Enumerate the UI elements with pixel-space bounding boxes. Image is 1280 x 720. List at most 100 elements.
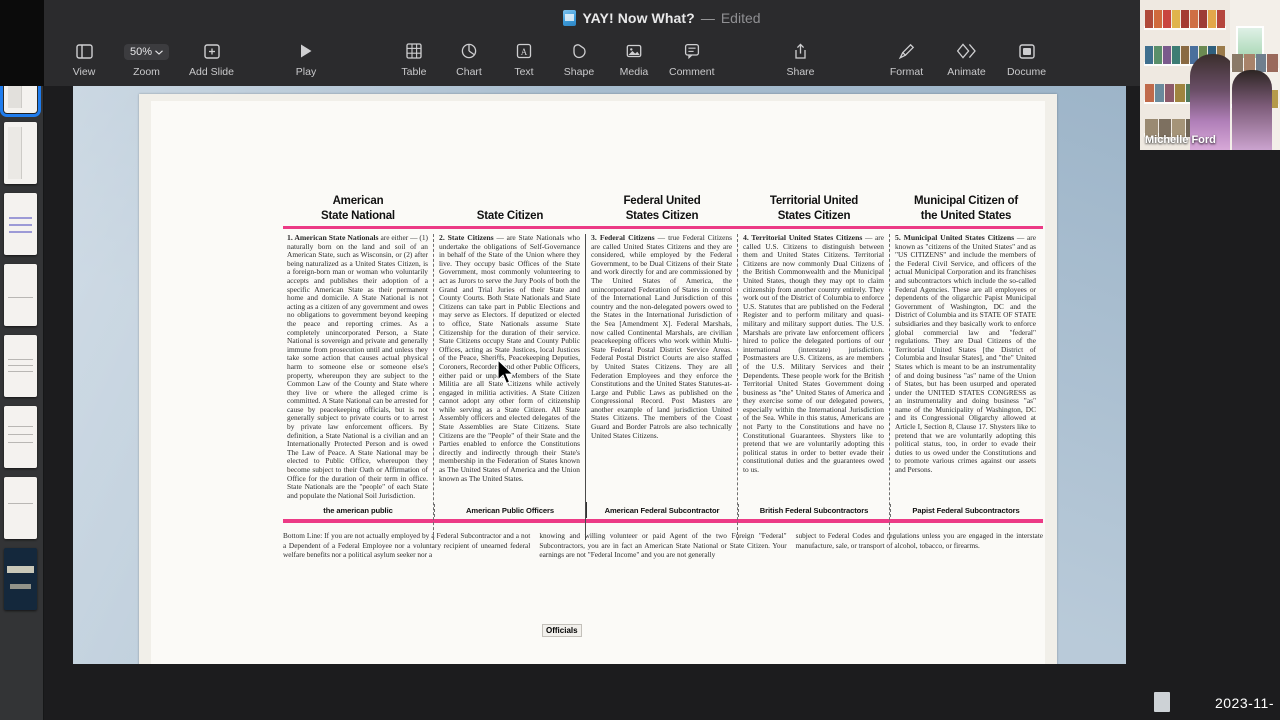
footer-sep-1 bbox=[434, 504, 435, 518]
shape-button[interactable]: Shape bbox=[559, 36, 599, 78]
col3-head-l2: States Citizen bbox=[625, 209, 699, 222]
format-brush-icon bbox=[898, 40, 915, 62]
document-title: YAY! Now What? bbox=[582, 10, 695, 26]
keynote-document-icon bbox=[563, 10, 577, 26]
footer-label-5: Papist Federal Subcontractors bbox=[912, 506, 1020, 516]
col3-body: — true Federal Citizens are called Unite… bbox=[591, 233, 733, 440]
chart-label: Chart bbox=[456, 66, 482, 78]
animate-label: Animate bbox=[947, 66, 986, 78]
col4-divider bbox=[889, 234, 890, 541]
top-accent-rule bbox=[283, 226, 1043, 229]
chart-column-5: 5. Municipal United States Citizens — ar… bbox=[891, 233, 1041, 500]
slide-thumb-7[interactable] bbox=[4, 406, 37, 468]
slide-thumb-4[interactable] bbox=[4, 193, 37, 255]
col1-head-l1: American bbox=[332, 195, 384, 207]
comment-label: Comment bbox=[668, 66, 715, 78]
view-label: View bbox=[72, 66, 96, 78]
svg-text:A: A bbox=[521, 47, 528, 57]
table-button[interactable]: Table bbox=[394, 36, 434, 78]
add-slide-button[interactable]: Add Slide bbox=[189, 36, 234, 78]
add-slide-label: Add Slide bbox=[189, 66, 234, 78]
format-button[interactable]: Format bbox=[887, 36, 927, 78]
current-slide[interactable]: American State National State Citizen Fed… bbox=[73, 86, 1126, 664]
col5-head-l2: the United States bbox=[920, 209, 1012, 222]
footer-label-2: American Public Officers bbox=[466, 506, 554, 516]
column-header-5: Municipal Citizen of the United States bbox=[891, 183, 1041, 223]
text-label: Text bbox=[514, 66, 534, 78]
toolbar-buttons: View 50% Zoom Add Slide Play Table Chart… bbox=[44, 36, 1280, 86]
slide-navigator[interactable] bbox=[0, 0, 44, 720]
column-header-1: American State National bbox=[283, 183, 433, 223]
slide-canvas[interactable]: American State National State Citizen Fed… bbox=[44, 86, 1280, 720]
mouse-cursor bbox=[496, 358, 516, 387]
bottom-accent-rule bbox=[283, 519, 1043, 524]
chart-button[interactable]: Chart bbox=[449, 36, 489, 78]
comment-bubble-icon bbox=[684, 40, 700, 62]
col4-body: — are called U.S. Citizens to distinguis… bbox=[743, 233, 884, 475]
chart-sheet-inner: American State National State Citizen Fed… bbox=[151, 101, 1045, 664]
col3-head-l1: Federal United bbox=[623, 195, 701, 207]
chevron-down-icon bbox=[155, 49, 163, 55]
bottom-line-part-2: knowing and willing volunteer or paid Ag… bbox=[539, 531, 787, 559]
share-upload-icon bbox=[793, 40, 808, 62]
column-header-4: Territorial United States Citizen bbox=[739, 183, 889, 223]
shape-blob-icon bbox=[571, 40, 587, 62]
footer-sep-4 bbox=[890, 504, 891, 518]
col4-head-l2: States Citizen bbox=[777, 209, 851, 222]
webcam-overlay[interactable]: Michelle Ford bbox=[1140, 0, 1280, 150]
slide-thumb-5[interactable] bbox=[4, 264, 37, 326]
webcam-tile-secondary[interactable] bbox=[1230, 0, 1280, 150]
slide-thumb-6[interactable] bbox=[4, 335, 37, 397]
col2-head-l2: State Citizen bbox=[476, 209, 544, 222]
stamp-thumb-icon bbox=[1154, 692, 1170, 712]
col1-head-l2: State National bbox=[321, 209, 395, 222]
play-button[interactable]: Play bbox=[286, 36, 326, 78]
chart-column-4: 4. Territorial United States Citizens — … bbox=[739, 233, 890, 541]
view-button[interactable]: View bbox=[64, 36, 104, 78]
zoom-control[interactable]: 50% Zoom bbox=[124, 36, 170, 78]
table-label: Table bbox=[401, 66, 427, 78]
chart-column-1: 1. American State Nationals are either —… bbox=[283, 233, 434, 541]
app-toolbar: YAY! Now What? — Edited View 50% Zoom Ad… bbox=[44, 0, 1280, 86]
footer-sep-3 bbox=[738, 504, 739, 518]
col2-divider bbox=[585, 234, 586, 541]
col1-divider bbox=[433, 234, 434, 541]
books-row-1 bbox=[1145, 10, 1225, 28]
zoom-value: 50% bbox=[130, 46, 153, 58]
text-button[interactable]: A Text bbox=[504, 36, 544, 78]
add-slide-icon bbox=[203, 40, 220, 62]
window-titlebar: YAY! Now What? — Edited bbox=[44, 0, 1280, 36]
slide-thumb-8[interactable] bbox=[4, 477, 37, 539]
animate-button[interactable]: Animate bbox=[947, 36, 987, 78]
slide-thumb-3[interactable] bbox=[4, 122, 37, 184]
rail-top-mask bbox=[0, 0, 44, 86]
col5-body: — are known as "citizens of the United S… bbox=[895, 233, 1036, 475]
col4-head-l1: Territorial United bbox=[769, 195, 859, 207]
slide-thumb-9[interactable] bbox=[4, 548, 37, 610]
column-header-2: State Citizen bbox=[435, 183, 585, 223]
bottom-line-part-3: subject to Federal Codes and regulations… bbox=[795, 531, 1043, 550]
webcam2-person bbox=[1232, 70, 1272, 150]
text-box-icon: A bbox=[516, 40, 532, 62]
participant-name: Michelle Ford bbox=[1145, 134, 1216, 146]
column-header-3: Federal United States Citizen bbox=[587, 183, 737, 223]
document-button[interactable]: Docume bbox=[1007, 36, 1047, 78]
document-panel-icon bbox=[1018, 40, 1035, 62]
media-button[interactable]: Media bbox=[614, 36, 654, 78]
chart-body-columns: 1. American State Nationals are either —… bbox=[283, 233, 1043, 541]
bottom-line-part-1: Bottom Line: If you are not actually emp… bbox=[283, 531, 531, 559]
comment-button[interactable]: Comment bbox=[669, 36, 715, 78]
footer-sep-2 bbox=[586, 502, 587, 519]
webcam-tile-primary[interactable]: Michelle Ford bbox=[1140, 0, 1230, 150]
footer-label-4: British Federal Subcontractors bbox=[759, 506, 869, 516]
bottom-line-block: Bottom Line: If you are not actually emp… bbox=[283, 531, 1043, 559]
footer-label-1: the american public bbox=[323, 506, 393, 516]
share-button[interactable]: Share bbox=[781, 36, 821, 78]
col5-head-l1: Municipal Citizen of bbox=[914, 195, 1018, 207]
animate-diamond-icon bbox=[957, 40, 976, 62]
share-label: Share bbox=[786, 66, 815, 78]
screen-root: YAY! Now What? — Edited View 50% Zoom Ad… bbox=[0, 0, 1280, 720]
format-label: Format bbox=[889, 66, 924, 78]
chart-footer-labels: the american public American Public Offi… bbox=[283, 502, 1043, 519]
zoom-chip[interactable]: 50% bbox=[124, 44, 170, 60]
